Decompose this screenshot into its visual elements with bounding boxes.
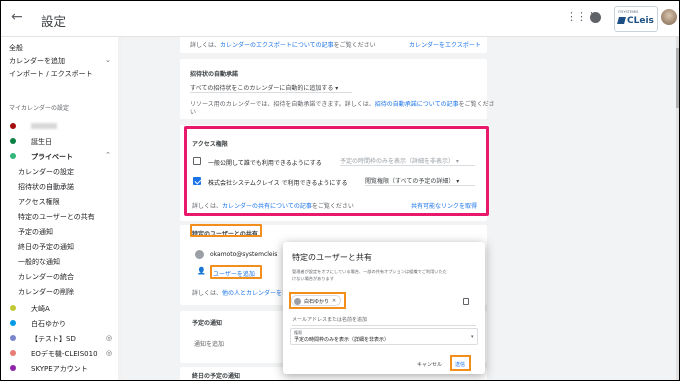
highlight-chip: [289, 292, 346, 309]
dialog-desc-line2: けない場合があります: [292, 276, 334, 281]
export-article-link[interactable]: カレンダーのエクスポートについての記事: [220, 42, 334, 49]
dialog-desc-line1: 管理者が設定をオフにしている場合、一部の共有オプションは組織でご利用いただ: [292, 269, 447, 274]
highlight-share-heading: [190, 224, 262, 237]
invite-card: 招待状の自動承諾 すべての招待状をこのカレンダーに自動的に追加する ▾ リソース…: [180, 59, 495, 119]
section-label-my-calendars: マイカレンダーの設定: [9, 105, 70, 112]
share-dialog: 特定のユーザーと共有 管理者が設定をオフにしている場合、一部の共有オプションは組…: [283, 242, 485, 374]
add-email-input[interactable]: メールアドレスまたは名前を追加: [292, 316, 367, 323]
calendar-color-dot: [10, 365, 16, 371]
cancel-button[interactable]: キャンセル: [417, 361, 442, 368]
user-avatar[interactable]: [661, 9, 677, 25]
shared-user-email: okamoto@systemcleis: [210, 251, 278, 258]
input-underline: [292, 325, 476, 326]
sidebar-item-test-sd[interactable]: 【テスト】SD: [31, 334, 76, 344]
main-scrollbar-thumb[interactable]: [676, 48, 679, 108]
calendar-color-dot: [10, 153, 16, 159]
sidebar-item-skype[interactable]: SKYPEアカウント: [31, 364, 88, 374]
calendar-color-dot: [10, 335, 16, 341]
sidebar-subitem-integrate[interactable]: カレンダーの統合: [18, 272, 74, 282]
invite-article-link[interactable]: 招待の自動承諾についての記事: [375, 101, 459, 108]
back-arrow-icon[interactable]: ←: [11, 9, 23, 25]
sidebar-item-general[interactable]: 全般: [9, 43, 23, 53]
sidebar-item-birthdays[interactable]: 誕生日: [31, 137, 52, 147]
dialog-title: 特定のユーザーと共有: [292, 253, 372, 262]
settings-sidebar: 全般 カレンダーを追加 ⌄ インポート / エクスポート マイカレンダーの設定 …: [1, 37, 122, 380]
logo-mark-icon: [617, 17, 626, 24]
export-text: 詳しくは、カレンダーのエクスポートについての記事をご覧ください: [190, 42, 376, 49]
calendar-color-dot: [10, 123, 16, 129]
sidebar-item-add-calendar[interactable]: カレンダーを追加: [9, 56, 65, 66]
sidebar-subitem-delete[interactable]: カレンダーの削除: [18, 287, 74, 297]
share-footer: 詳しくは、他の人とカレンダーをを: [192, 290, 288, 297]
sidebar-subitem-access[interactable]: アクセス権限: [18, 197, 60, 207]
share-people-link[interactable]: 他の人とカレンダーを: [222, 290, 282, 297]
logo-text: CLeis: [627, 16, 654, 26]
highlight-add-user: [210, 265, 262, 279]
header: ← 設定 ⋮⋮⋮ ITSYSTEMIS CLeis: [1, 1, 679, 37]
notify-heading: 予定の通知: [192, 320, 223, 327]
hidden-eye-icon[interactable]: ◎: [106, 334, 112, 342]
highlight-access-box: [184, 126, 489, 216]
chevron-down-icon[interactable]: ⌄: [105, 56, 111, 64]
account-circle-icon[interactable]: [590, 12, 601, 23]
calendar-color-dot: [10, 320, 16, 326]
hidden-eye-icon[interactable]: ◎: [106, 349, 112, 357]
sidebar-subitem-general-notifications[interactable]: 一般的な通知: [18, 257, 60, 267]
export-calendar-button[interactable]: カレンダーをエクスポート: [409, 40, 481, 49]
chevron-up-icon[interactable]: ⌃: [105, 151, 111, 159]
sidebar-item-import-export[interactable]: インポート / エクスポート: [9, 69, 93, 79]
sidebar-subitem-event-notifications[interactable]: 予定の通知: [18, 227, 53, 237]
blurred-calendar-name: [31, 123, 57, 129]
brand-logo[interactable]: ITSYSTEMIS CLeis: [614, 6, 658, 32]
sidebar-subitem-share-specific[interactable]: 特定のユーザーとの共有: [18, 212, 95, 222]
sidebar-item-eo-demo[interactable]: EOデモ機-CLEIS010: [31, 349, 98, 359]
sidebar-item-osaki[interactable]: 大崎A: [31, 304, 50, 314]
invite-heading: 招待状の自動承諾: [190, 71, 239, 78]
add-person-icon: 👤: [197, 267, 206, 275]
calendar-color-dot: [10, 305, 16, 311]
invite-select[interactable]: すべての招待状をこのカレンダーに自動的に追加する ▾: [190, 83, 352, 93]
sidebar-subitem-allday-notifications[interactable]: 終日の予定の通知: [18, 242, 74, 252]
sidebar-subitem-calendar-settings[interactable]: カレンダーの設定: [18, 167, 74, 177]
permission-value: 予定の時間枠のみを表示（詳細を非表示）: [294, 337, 390, 343]
sidebar-item-shiraishi[interactable]: 白石ゆかり: [31, 319, 66, 329]
dropdown-arrow-icon: ▾: [471, 334, 474, 340]
calendar-color-dot: [10, 350, 16, 356]
calendar-color-dot: [10, 138, 16, 144]
add-notification-button[interactable]: 通知を追加: [194, 339, 224, 348]
sidebar-item-private[interactable]: プライベート: [31, 152, 73, 162]
person-icon: [195, 250, 204, 259]
send-button[interactable]: 送信: [455, 361, 465, 368]
invite-desc: リソース用のカレンダーでは、招待を自動承諾できます。詳しくは、招待の自動承諾につ…: [190, 101, 495, 108]
allday-heading: 終日の予定の通知: [192, 373, 241, 380]
invite-desc-wrap: い: [190, 109, 197, 116]
export-card: 詳しくは、カレンダーのエクスポートについての記事をご覧ください カレンダーをエク…: [180, 37, 487, 53]
copy-icon[interactable]: [463, 298, 469, 305]
permission-select[interactable]: 権限 予定の時間枠のみを表示（詳細を非表示） ▾: [290, 328, 478, 345]
logo-subtitle: ITSYSTEMIS: [618, 10, 639, 14]
sidebar-subitem-auto-accept[interactable]: 招待状の自動承諾: [18, 182, 74, 192]
page-title: 設定: [41, 14, 67, 29]
